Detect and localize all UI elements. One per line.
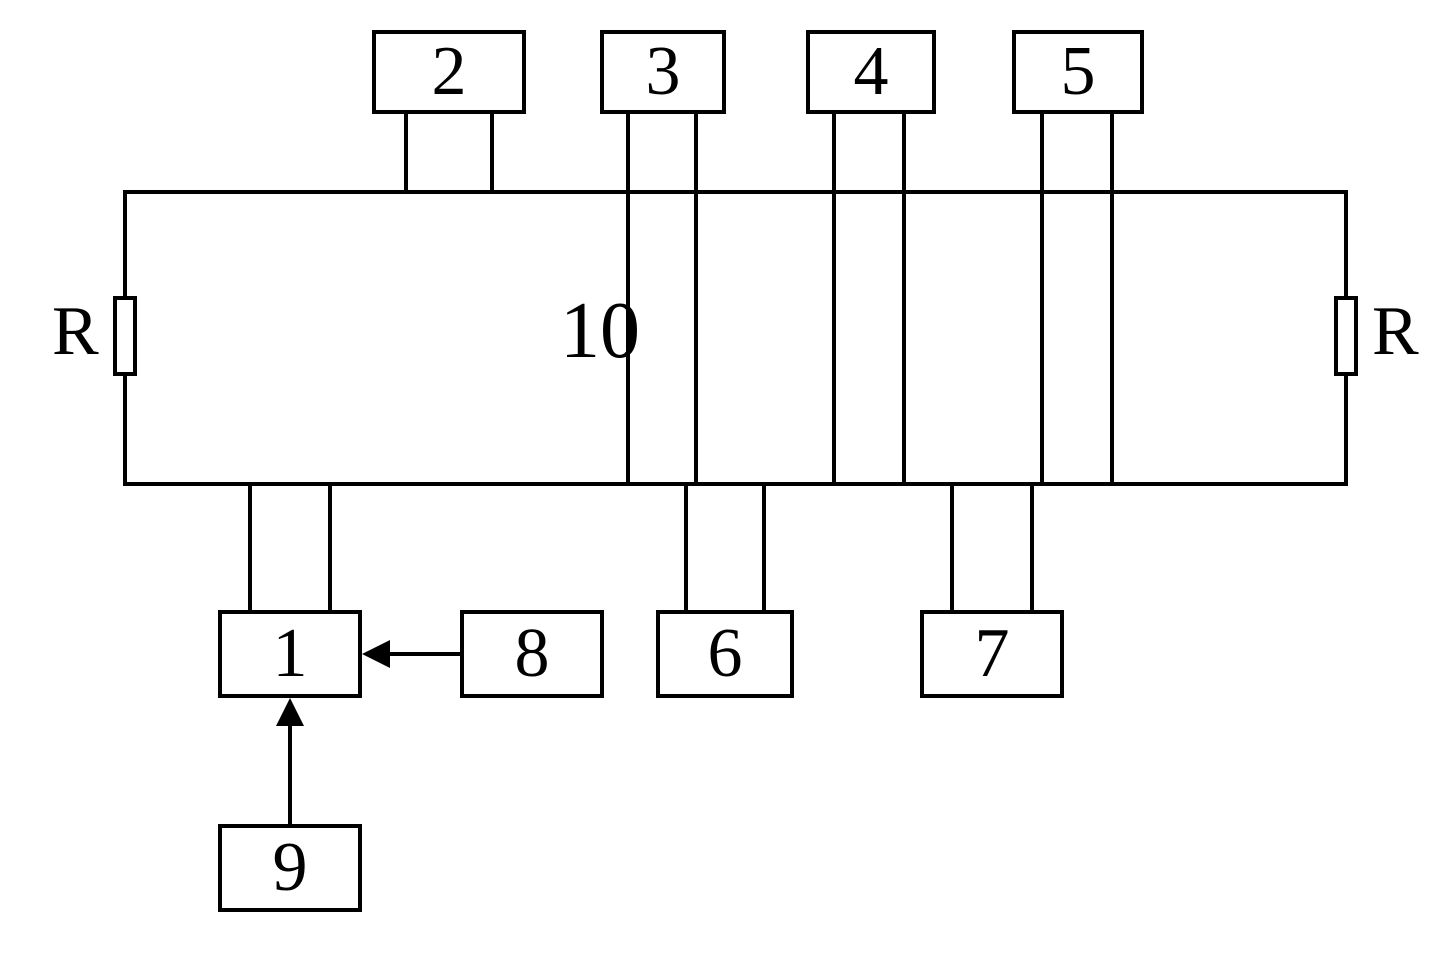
block-4-label: 4 [854,32,889,112]
inner-3b [694,190,698,486]
block-9-label: 9 [273,828,308,908]
conn-7b [1030,482,1034,610]
bus-bottom [123,482,1348,486]
conn-2a [404,114,408,190]
right-branch-top [1344,190,1348,300]
block-6: 6 [656,610,794,698]
inner-4a [832,190,836,486]
inner-4b [902,190,906,486]
right-branch-bottom [1344,376,1348,486]
block-5: 5 [1012,30,1144,114]
bus-top [123,190,1348,194]
block-diagram: R R 10 2 3 4 5 1 8 6 7 9 [30,30,1413,923]
block-3: 3 [600,30,726,114]
conn-2b [490,114,494,190]
conn-4a [832,114,836,190]
block-7-label: 7 [975,614,1010,694]
conn-6b [762,482,766,610]
conn-1a [248,482,252,610]
block-5-label: 5 [1061,32,1096,112]
conn-5a [1040,114,1044,190]
conn-5b [1110,114,1114,190]
conn-1b [328,482,332,610]
inner-5a [1040,190,1044,486]
conn-3a [626,114,630,190]
block-2-label: 2 [432,32,467,112]
resistor-left-label: R [52,292,99,372]
block-6-label: 6 [708,614,743,694]
conn-7a [950,482,954,610]
resistor-right [1334,296,1358,376]
left-branch-bottom [123,376,127,486]
block-8: 8 [460,610,604,698]
block-2: 2 [372,30,526,114]
block-4: 4 [806,30,936,114]
resistor-right-label: R [1372,292,1419,372]
block-1-label: 1 [273,614,308,694]
block-7: 7 [920,610,1064,698]
resistor-left [113,296,137,376]
arrow-8-to-1-head [362,640,390,668]
block-8-label: 8 [515,614,550,694]
arrow-9-to-1-head [276,698,304,726]
block-3-label: 3 [646,32,681,112]
left-branch-top [123,190,127,300]
arrow-8-to-1-line [388,652,460,656]
conn-6a [684,482,688,610]
conn-3b [694,114,698,190]
arrow-9-to-1-line [288,724,292,824]
block-1: 1 [218,610,362,698]
block-9: 9 [218,824,362,912]
conn-4b [902,114,906,190]
inner-3a [626,190,630,486]
inner-5b [1110,190,1114,486]
